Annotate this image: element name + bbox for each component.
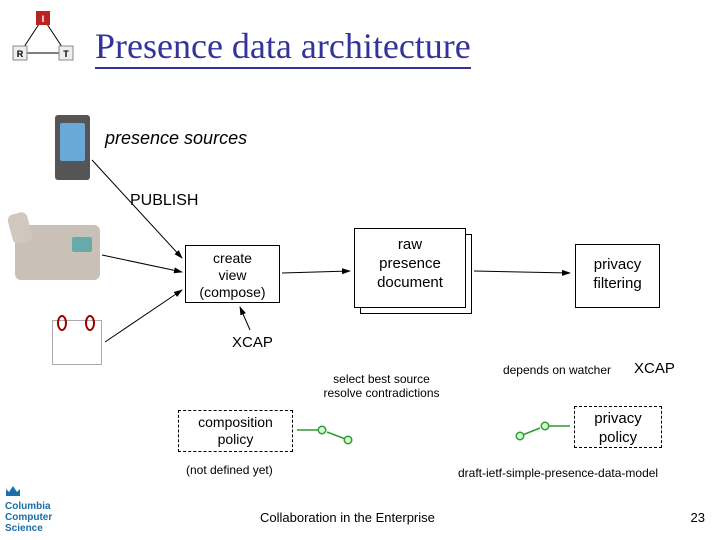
draft-reference: draft-ietf-simple-presence-data-model [458,466,658,480]
privacy-filtering-text: privacy filtering [593,256,641,292]
composition-policy-text: composition policy [198,414,273,447]
privacy-policy-text: privacy policy [594,410,642,446]
cloud2-text: depends on watcher [503,363,611,377]
privacy-policy-box: privacy policy [574,406,662,448]
create-view-box: create view (compose) [185,245,280,303]
columbia-text: Columbia Computer Science [5,501,52,534]
cloud-select-best-source: select best source resolve contradiction… [314,365,449,393]
xcap-label-right: XCAP [634,360,675,377]
not-defined-note: (not defined yet) [186,463,273,477]
create-view-text: create view (compose) [199,250,265,300]
raw-doc-text: raw presence document [377,236,443,291]
footer-text: Collaboration in the Enterprise [260,510,435,525]
cloud1-text: select best source resolve contradiction… [323,372,439,400]
composition-policy-box: composition policy [178,410,293,452]
cloud-depends-on-watcher: depends on watcher [497,360,617,374]
xcap-label-left: XCAP [232,334,273,351]
page-number: 23 [691,510,705,525]
crown-icon [5,484,21,498]
columbia-affiliation: Columbia Computer Science [5,484,52,534]
privacy-filtering-box: privacy filtering [575,244,660,308]
